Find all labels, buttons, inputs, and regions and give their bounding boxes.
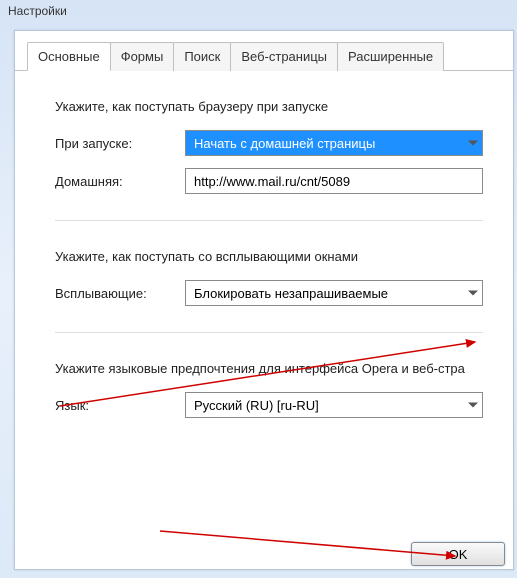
popups-heading: Укажите, как поступать со всплывающими о… xyxy=(55,249,483,264)
tab-search[interactable]: Поиск xyxy=(173,42,231,71)
divider xyxy=(55,332,483,333)
divider xyxy=(55,220,483,221)
tab-webpages[interactable]: Веб-страницы xyxy=(230,42,338,71)
language-select[interactable]: Русский (RU) [ru-RU] xyxy=(185,392,483,418)
popups-select[interactable]: Блокировать незапрашиваемые xyxy=(185,280,483,306)
popups-label: Всплывающие: xyxy=(55,286,185,301)
window-title: Настройки xyxy=(0,0,517,22)
language-label: Язык: xyxy=(55,398,185,413)
on-start-select[interactable]: Начать с домашней страницы xyxy=(185,130,483,156)
startup-heading: Укажите, как поступать браузеру при запу… xyxy=(55,99,483,114)
tab-general[interactable]: Основные xyxy=(27,42,111,71)
chevron-down-icon xyxy=(468,291,478,296)
popups-value: Блокировать незапрашиваемые xyxy=(194,286,388,301)
tab-advanced[interactable]: Расширенные xyxy=(337,42,444,71)
chevron-down-icon xyxy=(468,141,478,146)
settings-dialog: Основные Формы Поиск Веб-страницы Расшир… xyxy=(14,30,514,570)
home-input[interactable] xyxy=(185,168,483,194)
chevron-down-icon xyxy=(468,403,478,408)
on-start-label: При запуске: xyxy=(55,136,185,151)
language-heading: Укажите языковые предпочтения для интерф… xyxy=(55,361,483,376)
home-label: Домашняя: xyxy=(55,174,185,189)
tab-bar: Основные Формы Поиск Веб-страницы Расшир… xyxy=(15,31,513,71)
tab-content: Укажите, как поступать браузеру при запу… xyxy=(15,71,513,440)
tab-forms[interactable]: Формы xyxy=(110,42,175,71)
language-value: Русский (RU) [ru-RU] xyxy=(194,398,319,413)
ok-button[interactable]: OK xyxy=(411,542,505,566)
on-start-value: Начать с домашней страницы xyxy=(194,136,375,151)
